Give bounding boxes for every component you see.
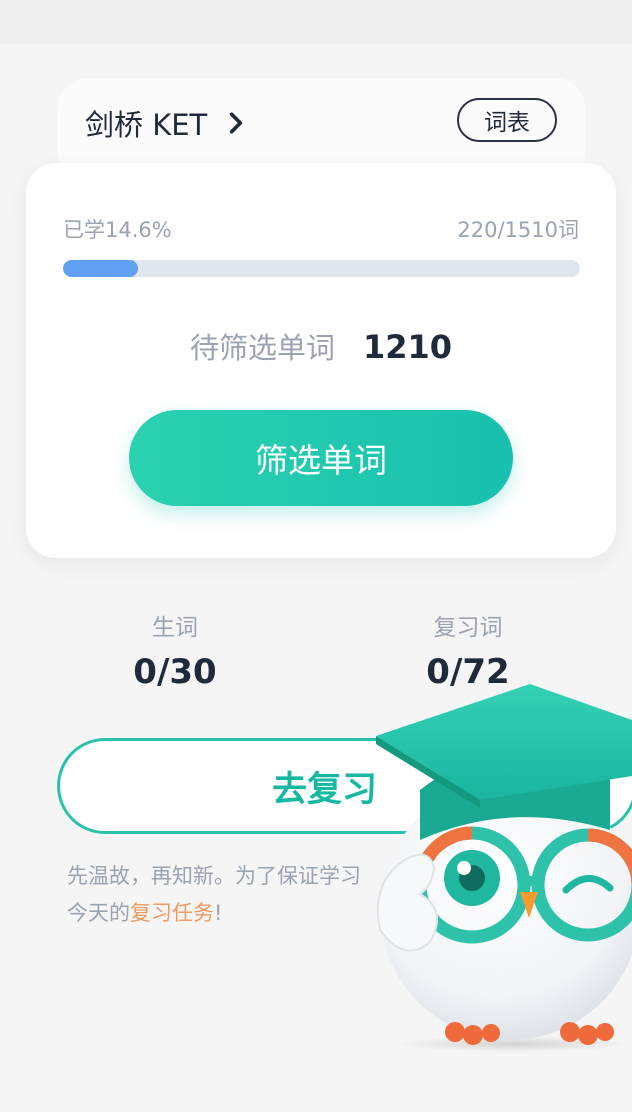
- review-words-label: 复习词: [433, 615, 503, 641]
- tip-line-2-suffix: !: [214, 901, 223, 925]
- word-count-label: 220/1510词: [457, 218, 579, 242]
- progress-bar-fill: [63, 260, 139, 277]
- chevron-right-icon: [230, 112, 243, 134]
- review-task-link[interactable]: 复习任务: [130, 901, 214, 925]
- top-bar: [0, 0, 632, 44]
- pending-words-label: 待筛选单词: [189, 331, 335, 365]
- new-words-stat: 生词 0/30: [100, 608, 250, 692]
- book-title-link[interactable]: 剑桥 KET: [85, 102, 249, 144]
- filter-words-button[interactable]: 筛选单词: [129, 410, 513, 506]
- owl-mascot-icon: [376, 684, 632, 1045]
- new-words-value: 0/30: [133, 652, 217, 692]
- pending-words-row: 待筛选单词 1210: [26, 325, 616, 367]
- learned-percent-label: 已学14.6%: [63, 218, 172, 242]
- tip-line-2-prefix: 今天的: [67, 901, 130, 925]
- book-title: 剑桥 KET: [85, 108, 208, 142]
- wordlist-button[interactable]: 词表: [457, 98, 557, 142]
- progress-bar: [63, 260, 580, 277]
- progress-card: 已学14.6% 220/1510词 待筛选单词 1210 筛选单词: [26, 163, 616, 558]
- pending-words-count: 1210: [362, 328, 453, 366]
- new-words-label: 生词: [152, 615, 198, 641]
